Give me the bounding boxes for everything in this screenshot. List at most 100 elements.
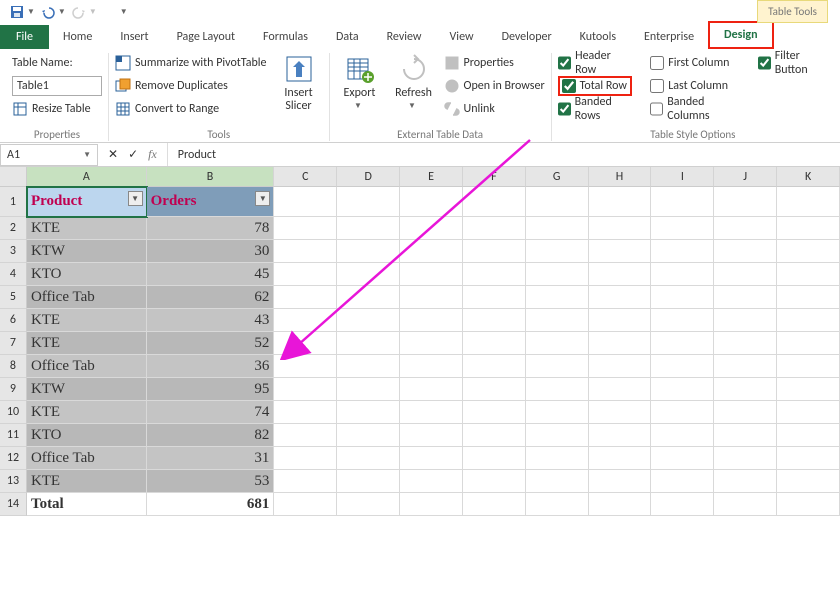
empty-cell[interactable] (400, 309, 463, 332)
empty-cell[interactable] (526, 424, 589, 447)
empty-cell[interactable] (651, 424, 714, 447)
total-value-cell[interactable]: 681 (147, 493, 275, 516)
row-header[interactable]: 5 (0, 286, 27, 309)
empty-cell[interactable] (589, 187, 652, 217)
select-all-corner[interactable] (0, 167, 27, 187)
empty-cell[interactable] (714, 493, 777, 516)
tab-home[interactable]: Home (49, 25, 106, 49)
empty-cell[interactable] (463, 378, 526, 401)
empty-cell[interactable] (463, 424, 526, 447)
empty-cell[interactable] (651, 493, 714, 516)
empty-cell[interactable] (274, 470, 337, 493)
empty-cell[interactable] (777, 309, 840, 332)
empty-cell[interactable] (589, 286, 652, 309)
col-header-J[interactable]: J (714, 167, 777, 187)
empty-cell[interactable] (714, 401, 777, 424)
table-cell[interactable]: Office Tab (27, 355, 147, 378)
empty-cell[interactable] (274, 355, 337, 378)
empty-cell[interactable] (777, 240, 840, 263)
empty-cell[interactable] (463, 286, 526, 309)
col-header-G[interactable]: G (526, 167, 589, 187)
save-icon[interactable] (6, 2, 28, 22)
empty-cell[interactable] (337, 263, 400, 286)
row-header[interactable]: 6 (0, 309, 27, 332)
empty-cell[interactable] (463, 240, 526, 263)
empty-cell[interactable] (337, 493, 400, 516)
empty-cell[interactable] (714, 286, 777, 309)
empty-cell[interactable] (589, 217, 652, 240)
empty-cell[interactable] (589, 493, 652, 516)
banded-rows-checkbox[interactable]: Banded Rows (558, 99, 633, 119)
table-cell[interactable]: Office Tab (27, 286, 147, 309)
empty-cell[interactable] (400, 217, 463, 240)
empty-cell[interactable] (274, 240, 337, 263)
empty-cell[interactable] (274, 493, 337, 516)
empty-cell[interactable] (337, 286, 400, 309)
empty-cell[interactable] (274, 263, 337, 286)
spreadsheet-grid[interactable]: A B C D E F G H I J K 1Product▼Orders▼2K… (0, 167, 840, 516)
table-cell[interactable]: 30 (147, 240, 275, 263)
tab-view[interactable]: View (436, 25, 488, 49)
row-header[interactable]: 1 (0, 187, 27, 217)
empty-cell[interactable] (714, 217, 777, 240)
empty-cell[interactable] (463, 217, 526, 240)
table-name-input[interactable] (12, 76, 102, 96)
empty-cell[interactable] (526, 470, 589, 493)
tab-insert[interactable]: Insert (106, 25, 162, 49)
tab-kutools[interactable]: Kutools (566, 25, 630, 49)
empty-cell[interactable] (714, 187, 777, 217)
table-cell[interactable]: KTE (27, 217, 147, 240)
row-header[interactable]: 8 (0, 355, 27, 378)
empty-cell[interactable] (400, 424, 463, 447)
col-header-K[interactable]: K (777, 167, 840, 187)
tab-design[interactable]: Design (708, 21, 773, 49)
empty-cell[interactable] (651, 378, 714, 401)
empty-cell[interactable] (526, 309, 589, 332)
empty-cell[interactable] (777, 286, 840, 309)
empty-cell[interactable] (463, 447, 526, 470)
redo-dropdown-icon[interactable]: ▼ (89, 7, 97, 17)
table-cell[interactable]: 36 (147, 355, 275, 378)
table-cell[interactable]: KTW (27, 378, 147, 401)
table-cell[interactable]: KTE (27, 401, 147, 424)
empty-cell[interactable] (400, 332, 463, 355)
empty-cell[interactable] (589, 424, 652, 447)
empty-cell[interactable] (400, 263, 463, 286)
empty-cell[interactable] (526, 263, 589, 286)
empty-cell[interactable] (651, 447, 714, 470)
header-row-checkbox[interactable]: Header Row (558, 53, 633, 73)
empty-cell[interactable] (714, 355, 777, 378)
empty-cell[interactable] (400, 286, 463, 309)
col-header-A[interactable]: A (27, 167, 147, 187)
empty-cell[interactable] (463, 493, 526, 516)
row-header[interactable]: 11 (0, 424, 27, 447)
empty-cell[interactable] (777, 355, 840, 378)
empty-cell[interactable] (274, 187, 337, 217)
col-header-C[interactable]: C (274, 167, 337, 187)
empty-cell[interactable] (400, 240, 463, 263)
empty-cell[interactable] (400, 401, 463, 424)
empty-cell[interactable] (274, 332, 337, 355)
empty-cell[interactable] (337, 401, 400, 424)
empty-cell[interactable] (337, 187, 400, 217)
table-header-cell[interactable]: Orders▼ (147, 187, 275, 217)
empty-cell[interactable] (589, 447, 652, 470)
summarize-pivot-button[interactable]: Summarize with PivotTable (115, 53, 267, 73)
remove-duplicates-button[interactable]: Remove Duplicates (115, 76, 267, 96)
table-header-cell[interactable]: Product▼ (27, 187, 147, 217)
last-column-checkbox[interactable]: Last Column (650, 76, 739, 96)
fx-icon[interactable]: fx (148, 147, 157, 162)
empty-cell[interactable] (651, 470, 714, 493)
empty-cell[interactable] (526, 401, 589, 424)
table-cell[interactable]: KTE (27, 309, 147, 332)
formula-value[interactable]: Product (168, 148, 216, 162)
empty-cell[interactable] (777, 447, 840, 470)
empty-cell[interactable] (337, 424, 400, 447)
empty-cell[interactable] (526, 378, 589, 401)
empty-cell[interactable] (337, 240, 400, 263)
export-button[interactable]: Export▼ (336, 53, 384, 119)
empty-cell[interactable] (463, 470, 526, 493)
table-cell[interactable]: KTE (27, 470, 147, 493)
row-header[interactable]: 3 (0, 240, 27, 263)
empty-cell[interactable] (526, 217, 589, 240)
